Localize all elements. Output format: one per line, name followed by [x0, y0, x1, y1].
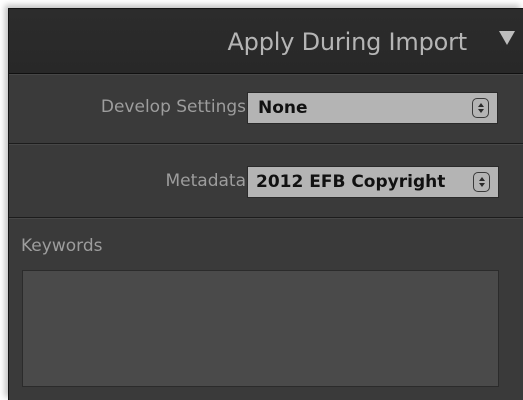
- collapse-triangle-icon[interactable]: [499, 31, 515, 45]
- develop-settings-select[interactable]: None: [247, 92, 498, 124]
- metadata-row: Metadata 2012 EFB Copyright: [9, 144, 523, 218]
- metadata-value: 2012 EFB Copyright: [256, 172, 446, 192]
- apply-during-import-panel: Apply During Import Develop Settings Non…: [8, 8, 523, 400]
- keywords-label: Keywords: [21, 236, 103, 256]
- keywords-input[interactable]: [22, 270, 499, 387]
- panel-title: Apply During Import: [227, 28, 467, 56]
- up-down-stepper-icon: [473, 172, 490, 192]
- metadata-select[interactable]: 2012 EFB Copyright: [247, 166, 499, 198]
- up-down-stepper-icon: [472, 98, 489, 118]
- develop-settings-label: Develop Settings: [100, 97, 246, 117]
- develop-settings-value: None: [258, 98, 308, 118]
- metadata-label: Metadata: [165, 171, 246, 191]
- panel-header[interactable]: Apply During Import: [9, 9, 523, 74]
- develop-settings-row: Develop Settings None: [9, 74, 523, 144]
- keywords-row: Keywords: [9, 218, 523, 400]
